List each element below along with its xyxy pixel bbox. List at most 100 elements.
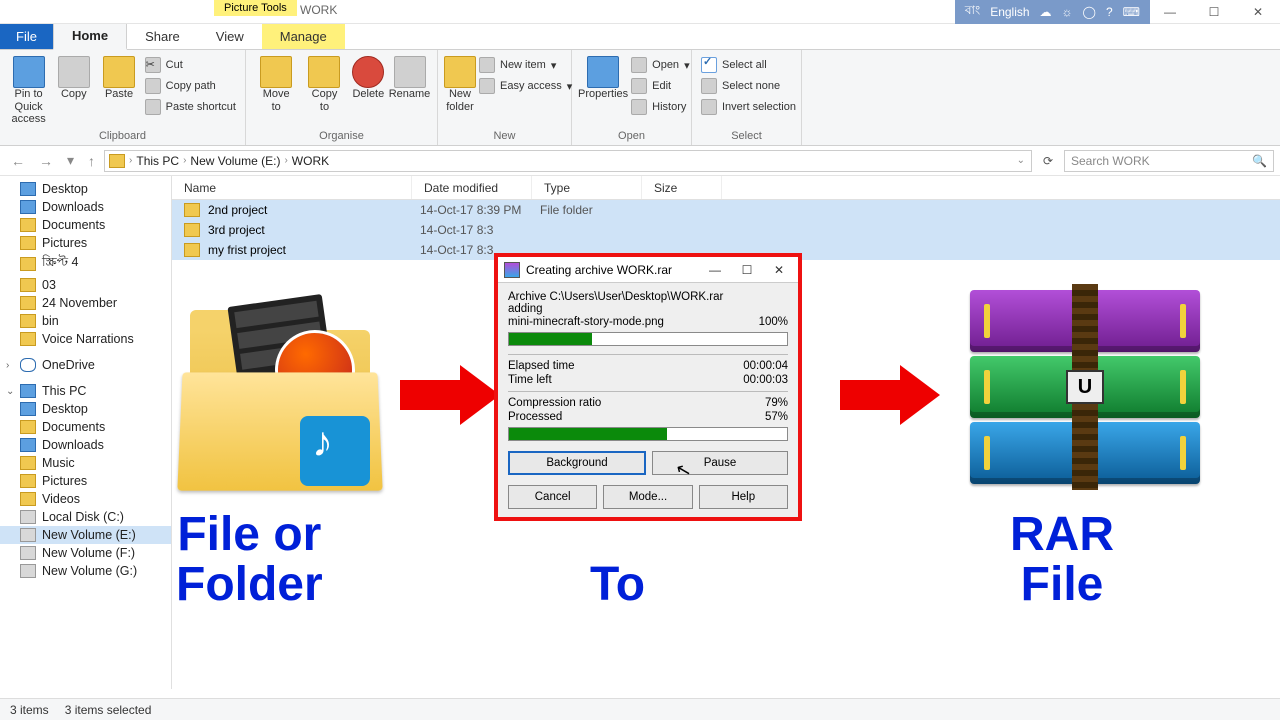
paste-shortcut-button[interactable]: Paste shortcut — [142, 97, 239, 117]
tree-item: Desktop — [0, 400, 171, 418]
history-button[interactable]: History — [628, 97, 692, 117]
easy-access-button[interactable]: Easy access ▾ — [476, 76, 575, 96]
tree-item: Pictures — [0, 234, 171, 252]
edit-button[interactable]: Edit — [628, 76, 692, 96]
copy-path-button[interactable]: Copy path — [142, 76, 239, 96]
downloads-icon — [20, 200, 36, 214]
timeleft-value: 00:00:03 — [743, 374, 788, 386]
open-icon — [631, 57, 647, 73]
new-folder-button[interactable]: New folder — [444, 52, 476, 113]
elapsed-value: 00:00:04 — [743, 360, 788, 372]
col-type[interactable]: Type — [532, 176, 642, 199]
rename-icon — [394, 56, 426, 88]
search-icon: 🔍 — [1252, 154, 1267, 168]
adding-label: adding — [508, 303, 788, 315]
move-to-button[interactable]: Move to — [252, 52, 300, 113]
help-button[interactable]: Help — [699, 485, 788, 509]
breadcrumb[interactable]: › This PC› New Volume (E:)› WORK ⌄ — [104, 150, 1032, 172]
folder-icon — [20, 257, 36, 271]
contextual-tools-label: Picture Tools — [214, 0, 297, 16]
nav-back-button[interactable]: ← — [6, 153, 30, 169]
col-size[interactable]: Size — [642, 176, 722, 199]
rename-button[interactable]: Rename — [388, 52, 431, 101]
paste-button[interactable]: Paste — [96, 52, 141, 101]
mode-button[interactable]: Mode... — [603, 485, 692, 509]
file-row[interactable]: 2nd project14-Oct-17 8:39 PMFile folder — [172, 200, 1280, 220]
open-button[interactable]: Open ▾ — [628, 55, 692, 75]
desktop-icon — [20, 182, 36, 196]
winrar-dialog: Creating archive WORK.rar — ☐ ✕ Archive … — [494, 253, 802, 521]
select-none-button[interactable]: Select none — [698, 76, 799, 96]
properties-button[interactable]: Properties — [578, 52, 628, 101]
winrar-icon — [504, 262, 520, 278]
column-headers[interactable]: Name Date modified Type Size — [172, 176, 1280, 200]
documents-icon — [20, 218, 36, 232]
manage-tab[interactable]: Manage — [262, 24, 345, 49]
folder-icon — [184, 203, 200, 217]
nav-recent-button[interactable]: ▾ — [62, 152, 79, 169]
tree-item: Desktop — [0, 180, 171, 198]
share-tab[interactable]: Share — [127, 24, 198, 49]
ratio-value: 79% — [765, 397, 788, 409]
cancel-button[interactable]: Cancel — [508, 485, 597, 509]
nav-forward-button[interactable]: → — [34, 153, 58, 169]
copy-path-icon — [145, 78, 161, 94]
folder-icon — [20, 332, 36, 346]
file-percent: 100% — [759, 316, 788, 328]
copy-button[interactable]: Copy — [51, 52, 96, 101]
downloads-icon — [20, 438, 36, 452]
copy-to-button[interactable]: Copy to — [300, 52, 348, 113]
search-placeholder: Search WORK — [1071, 154, 1150, 168]
title-bar: Picture Tools WORK বাং English ☁ ☼ ◯ ? ⌨… — [0, 0, 1280, 24]
drive-icon — [20, 510, 36, 524]
help-icon: ? — [1106, 5, 1113, 19]
select-all-button[interactable]: Select all — [698, 55, 799, 75]
pin-to-quick-access-button[interactable]: Pin to Quick access — [6, 52, 51, 126]
nav-up-button[interactable]: ↑ — [83, 153, 100, 169]
view-tab[interactable]: View — [198, 24, 262, 49]
tree-item: Pictures — [0, 472, 171, 490]
navigation-tree[interactable]: Desktop Downloads Documents Pictures স্ক… — [0, 176, 172, 689]
pin-icon — [13, 56, 45, 88]
tree-onedrive: ›OneDrive — [0, 356, 171, 374]
crumb-folder[interactable]: WORK — [292, 154, 329, 168]
file-row[interactable]: 3rd project14-Oct-17 8:3 — [172, 220, 1280, 240]
address-bar: ← → ▾ ↑ › This PC› New Volume (E:)› WORK… — [0, 146, 1280, 176]
new-item-button[interactable]: New item ▾ — [476, 55, 575, 75]
close-button[interactable]: ✕ — [1236, 0, 1280, 24]
delete-button[interactable]: Delete — [349, 52, 388, 101]
ribbon-tabs: File Home Share View Manage — [0, 24, 1280, 50]
pause-button[interactable]: Pause — [652, 451, 788, 475]
language-bar[interactable]: বাং English ☁ ☼ ◯ ? ⌨ — [955, 0, 1150, 24]
dialog-close-button[interactable]: ✕ — [766, 263, 792, 277]
tree-item: New Volume (G:) — [0, 562, 171, 580]
processed-value: 57% — [765, 411, 788, 423]
file-tab[interactable]: File — [0, 24, 53, 49]
desktop-icon — [20, 402, 36, 416]
col-date[interactable]: Date modified — [412, 176, 532, 199]
cut-button[interactable]: ✂Cut — [142, 55, 239, 75]
dialog-max-button[interactable]: ☐ — [734, 263, 760, 277]
minimize-button[interactable]: — — [1148, 0, 1192, 24]
paste-icon — [103, 56, 135, 88]
timeleft-label: Time left — [508, 374, 552, 386]
crumb-root[interactable]: This PC — [136, 154, 179, 168]
dialog-min-button[interactable]: — — [702, 263, 728, 277]
home-tab[interactable]: Home — [53, 22, 127, 50]
delete-icon — [352, 56, 384, 88]
tree-item: Music — [0, 454, 171, 472]
background-button[interactable]: Background — [508, 451, 646, 475]
folder-icon — [20, 278, 36, 292]
maximize-button[interactable]: ☐ — [1192, 0, 1236, 24]
invert-selection-button[interactable]: Invert selection — [698, 97, 799, 117]
drive-icon — [20, 528, 36, 542]
col-name[interactable]: Name — [172, 176, 412, 199]
folder-icon — [184, 243, 200, 257]
crumb-drive[interactable]: New Volume (E:) — [190, 154, 280, 168]
pictures-icon — [20, 474, 36, 488]
select-none-icon — [701, 78, 717, 94]
invert-selection-icon — [701, 99, 717, 115]
keyboard-icon: ⌨ — [1123, 5, 1140, 19]
search-input[interactable]: Search WORK 🔍 — [1064, 150, 1274, 172]
refresh-button[interactable]: ⟳ — [1036, 154, 1060, 168]
